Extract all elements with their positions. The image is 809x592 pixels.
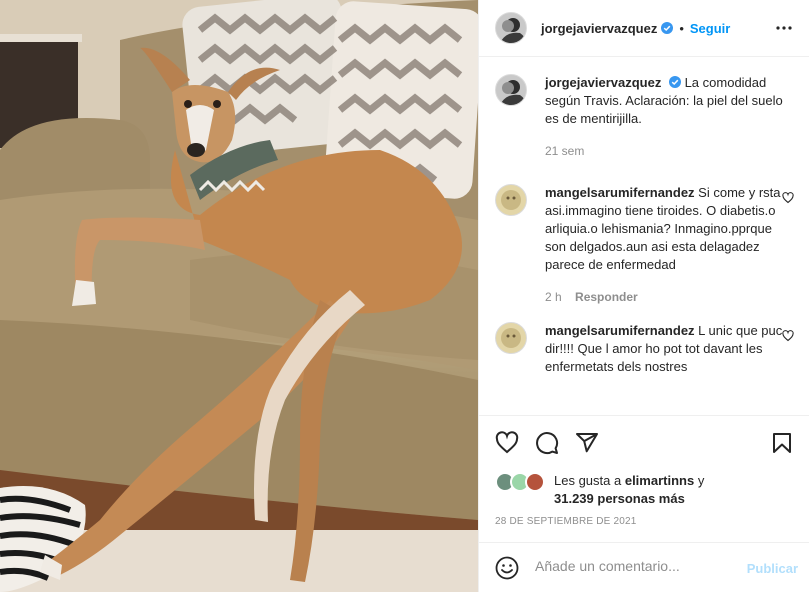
verified-icon xyxy=(668,76,681,88)
author-username[interactable]: jorgejaviervazquez xyxy=(541,21,657,36)
comment-body: mangelsarumifernandez Si come y rsta asi… xyxy=(545,184,785,306)
caption-username[interactable]: jorgejaviervazquez xyxy=(545,75,661,90)
caption-age[interactable]: 21 sem xyxy=(545,144,584,158)
heart-icon[interactable] xyxy=(495,431,519,455)
comment-username[interactable]: mangelsarumifernandez xyxy=(545,185,695,200)
commenter-avatar[interactable] xyxy=(495,322,527,354)
post-header: jorgejaviervazquez • Seguir xyxy=(479,0,809,57)
comment-meta: 2 h Responder xyxy=(545,288,785,306)
comment-like-icon[interactable] xyxy=(782,192,794,204)
liker-username[interactable]: elimartinns xyxy=(625,473,694,488)
verified-icon xyxy=(661,22,674,34)
publish-button[interactable]: Publicar xyxy=(747,561,798,576)
follow-button[interactable]: Seguir xyxy=(690,21,730,36)
greyhound-photo xyxy=(0,0,478,592)
author-avatar[interactable] xyxy=(495,74,527,106)
comment-item: mangelsarumifernandez L unic que puc dir… xyxy=(495,322,794,376)
likes-summary: Les gusta a elimartinns y 31.239 persona… xyxy=(495,470,795,512)
likes-line-2[interactable]: 31.239 personas más xyxy=(554,491,685,506)
likes-prefix: Les gusta a xyxy=(554,473,622,488)
post-side-panel: jorgejaviervazquez • Seguir jorgejavierv… xyxy=(478,0,809,592)
likes-line-1: Les gusta a elimartinns y xyxy=(554,473,704,488)
comment-age[interactable]: 2 h xyxy=(545,290,562,304)
avatar-image xyxy=(496,323,526,353)
post-date[interactable]: 28 DE SEPTIEMBRE DE 2021 xyxy=(495,516,637,527)
caption-comment: jorgejaviervazquez La comodidad según Tr… xyxy=(495,74,794,160)
more-icon[interactable] xyxy=(774,20,794,36)
comment-icon[interactable] xyxy=(535,431,559,455)
comment-input[interactable] xyxy=(535,558,735,574)
action-bar xyxy=(479,415,809,469)
author-avatar[interactable] xyxy=(495,12,527,44)
caption-meta: 21 sem xyxy=(545,142,785,160)
post-photo[interactable] xyxy=(0,0,478,592)
avatar-image xyxy=(496,13,526,43)
avatar-image xyxy=(496,75,526,105)
comment-body: mangelsarumifernandez L unic que puc dir… xyxy=(545,322,785,376)
separator-dot: • xyxy=(679,20,684,36)
bookmark-icon[interactable] xyxy=(770,431,794,455)
comment-like-icon[interactable] xyxy=(782,330,794,342)
reply-button[interactable]: Responder xyxy=(575,290,638,304)
avatar-image xyxy=(496,185,526,215)
liker-avatars[interactable] xyxy=(495,472,549,492)
caption-body: jorgejaviervazquez La comodidad según Tr… xyxy=(545,74,785,160)
likes-count[interactable]: 31.239 personas más xyxy=(554,491,685,506)
liker-avatar xyxy=(525,472,545,492)
add-comment-bar: Publicar xyxy=(479,542,809,592)
comment-item: mangelsarumifernandez Si come y rsta asi… xyxy=(495,184,794,306)
commenter-avatar[interactable] xyxy=(495,184,527,216)
comments-list[interactable]: jorgejaviervazquez La comodidad según Tr… xyxy=(479,58,809,414)
comment-username[interactable]: mangelsarumifernandez xyxy=(545,323,695,338)
likes-suffix: y xyxy=(697,473,705,488)
emoji-icon[interactable] xyxy=(495,556,519,580)
share-icon[interactable] xyxy=(575,431,599,455)
